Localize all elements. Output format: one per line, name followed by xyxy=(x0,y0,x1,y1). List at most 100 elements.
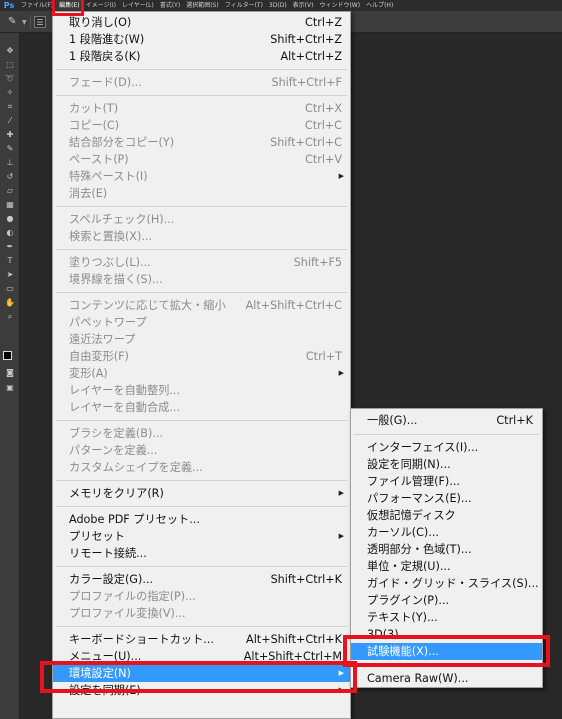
edit-menu-item[interactable]: 塗りつぶし(L)... Shift+F5 xyxy=(53,254,350,271)
menubar-item-10[interactable]: ヘルプ(H) xyxy=(363,0,396,11)
edit-menu-item[interactable]: 変形(A) ▶ xyxy=(53,365,350,382)
menu-separator xyxy=(56,206,347,207)
screen-mode-icon[interactable]: ▣ xyxy=(5,383,15,393)
eyedropper-tool-icon[interactable]: ⁄ xyxy=(5,116,15,126)
edit-menu-item[interactable]: 遠近法ワープ xyxy=(53,331,350,348)
edit-menu-item[interactable]: ペースト(P) Ctrl+V xyxy=(53,151,350,168)
pen-tool-icon[interactable]: ✒ xyxy=(5,242,15,252)
edit-menu-item[interactable]: 環境設定(N) ▶ xyxy=(53,665,350,682)
menubar-item-8[interactable]: 表示(V) xyxy=(290,0,317,11)
menu-bar: Ps ファイル(F) 編集(E) イメージ(I) レイヤー(L) 書式(Y) 選択範囲(S… xyxy=(0,0,562,11)
zoom-tool-icon[interactable]: ⌕ xyxy=(5,312,15,322)
edit-menu-item[interactable]: 検索と置換(X)... xyxy=(53,228,350,245)
chevron-down-icon[interactable]: ▼ xyxy=(22,19,27,26)
menu-item-label: 仮想記憶ディスク xyxy=(367,509,456,522)
blur-tool-icon[interactable]: ● xyxy=(5,214,15,224)
preferences-submenu-item[interactable]: インターフェイス(I)... xyxy=(351,439,542,456)
edit-menu-item[interactable]: 消去(E) xyxy=(53,185,350,202)
menubar-item-0[interactable]: ファイル(F) xyxy=(18,0,56,11)
preferences-submenu-item[interactable]: 設定を同期(N)... xyxy=(351,456,542,473)
divider xyxy=(30,15,31,29)
preferences-submenu-item[interactable]: 試験機能(X)... xyxy=(351,643,542,660)
edit-menu-item[interactable]: 1 段階戻る(K) Alt+Ctrl+Z xyxy=(53,48,350,65)
preferences-submenu-item[interactable]: プラグイン(P)... xyxy=(351,592,542,609)
edit-menu-item[interactable]: Adobe PDF プリセット... xyxy=(53,511,350,528)
edit-menu-item[interactable]: カラー設定(G)... Shift+Ctrl+K xyxy=(53,571,350,588)
hand-tool-icon[interactable]: ✋ xyxy=(5,298,15,308)
edit-menu-item[interactable]: コンテンツに応じて拡大・縮小 Alt+Shift+Ctrl+C xyxy=(53,297,350,314)
edit-menu-item[interactable]: レイヤーを自動整列... xyxy=(53,382,350,399)
edit-menu-item[interactable]: カット(T) Ctrl+X xyxy=(53,100,350,117)
menubar-item-2[interactable]: イメージ(I) xyxy=(83,0,119,11)
type-tool-icon[interactable]: T xyxy=(5,256,15,266)
menu-item-label: 環境設定(N) xyxy=(69,667,131,680)
edit-menu-item[interactable]: キーボードショートカット... Alt+Shift+Ctrl+K xyxy=(53,631,350,648)
menubar-item-6[interactable]: フィルター(T) xyxy=(222,0,266,11)
menubar-item-7[interactable]: 3D(D) xyxy=(266,0,290,11)
edit-menu-item[interactable]: フェード(D)... Shift+Ctrl+F xyxy=(53,74,350,91)
lasso-tool-icon[interactable]: ➰ xyxy=(5,74,15,84)
eraser-tool-icon[interactable]: ▱ xyxy=(5,186,15,196)
edit-menu-item[interactable]: パペットワープ xyxy=(53,314,350,331)
quick-select-tool-icon[interactable]: ✧ xyxy=(5,88,15,98)
preferences-submenu-item[interactable]: 単位・定規(U)... xyxy=(351,558,542,575)
preferences-submenu-item[interactable]: 一般(G)... Ctrl+K xyxy=(351,412,542,429)
edit-menu-item[interactable]: コピー(C) Ctrl+C xyxy=(53,117,350,134)
brush-icon[interactable]: ✎ xyxy=(5,144,15,154)
preferences-submenu-item[interactable]: ガイド・グリッド・スライス(S)... xyxy=(351,575,542,592)
edit-menu-item[interactable]: プロファイルの指定(P)... xyxy=(53,588,350,605)
edit-menu-item[interactable]: 自由変形(F) Ctrl+T xyxy=(53,348,350,365)
crop-tool-icon[interactable]: ⌗ xyxy=(5,102,15,112)
edit-menu-item[interactable]: 設定を同期(E) ▶ xyxy=(53,682,350,699)
preferences-submenu-item[interactable]: 仮想記憶ディスク xyxy=(351,507,542,524)
move-tool-icon[interactable]: ✥ xyxy=(5,46,15,56)
edit-menu-item[interactable]: プロファイル変換(V)... xyxy=(53,605,350,622)
menu-item-label: 特殊ペースト(I) xyxy=(69,170,148,183)
preferences-submenu-item[interactable]: パフォーマンス(E)... xyxy=(351,490,542,507)
menubar-item-3[interactable]: レイヤー(L) xyxy=(119,0,157,11)
menu-item-label: キーボードショートカット... xyxy=(69,633,214,646)
preferences-submenu-item[interactable]: カーソル(C)... xyxy=(351,524,542,541)
preferences-submenu-item[interactable]: ファイル管理(F)... xyxy=(351,473,542,490)
dodge-tool-icon[interactable]: ◐ xyxy=(5,228,15,238)
submenu-arrow-icon: ▶ xyxy=(338,369,344,377)
menu-item-label: 設定を同期(E) xyxy=(69,684,141,697)
shape-tool-icon[interactable]: ▭ xyxy=(5,284,15,294)
history-brush-icon[interactable]: ↺ xyxy=(5,172,15,182)
foreground-color-swatch[interactable] xyxy=(3,351,12,360)
quick-mask-icon[interactable]: ◙ xyxy=(5,368,15,378)
edit-menu-item[interactable]: 特殊ペースト(I) ▶ xyxy=(53,168,350,185)
brush-tool-icon[interactable]: ✎ xyxy=(8,16,16,27)
edit-menu-item[interactable]: スペルチェック(H)... xyxy=(53,211,350,228)
marquee-tool-icon[interactable]: ⬚ xyxy=(5,60,15,70)
edit-menu-item[interactable]: 結合部分をコピー(Y) Shift+Ctrl+C xyxy=(53,134,350,151)
edit-menu-item[interactable]: リモート接続... xyxy=(53,545,350,562)
edit-menu-item[interactable]: プリセット ▶ xyxy=(53,528,350,545)
edit-menu-item[interactable]: メモリをクリア(R) ▶ xyxy=(53,485,350,502)
edit-menu-item[interactable]: 1 段階進む(W) Shift+Ctrl+Z xyxy=(53,31,350,48)
menubar-item-4[interactable]: 書式(Y) xyxy=(157,0,183,11)
edit-menu-item[interactable]: ブラシを定義(B)... xyxy=(53,425,350,442)
menubar-item-1[interactable]: 編集(E) xyxy=(56,0,83,11)
edit-menu-item[interactable]: 境界線を描く(S)... xyxy=(53,271,350,288)
preferences-submenu-item[interactable]: Camera Raw(W)... xyxy=(351,670,542,687)
healing-tool-icon[interactable]: ✚ xyxy=(5,130,15,140)
edit-menu-item[interactable]: カスタムシェイプを定義... xyxy=(53,459,350,476)
menu-item-label: カーソル(C)... xyxy=(367,526,439,539)
edit-menu-item[interactable]: パターンを定義... xyxy=(53,442,350,459)
edit-menu-item[interactable]: 取り消し(O) Ctrl+Z xyxy=(53,14,350,31)
menubar-item-5[interactable]: 選択範囲(S) xyxy=(183,0,222,11)
path-select-icon[interactable]: ➤ xyxy=(5,270,15,280)
edit-menu-item[interactable]: メニュー(U)... Alt+Shift+Ctrl+M xyxy=(53,648,350,665)
preferences-submenu-item[interactable]: 透明部分・色域(T)... xyxy=(351,541,542,558)
menu-item-label: テキスト(Y)... xyxy=(367,611,438,624)
preferences-submenu-item[interactable]: 3D(3)... xyxy=(351,626,542,643)
stamp-tool-icon[interactable]: ⊥ xyxy=(5,158,15,168)
preferences-submenu-item[interactable]: テキスト(Y)... xyxy=(351,609,542,626)
submenu-arrow-icon: ▶ xyxy=(338,532,344,540)
menu-separator xyxy=(56,420,347,421)
gradient-tool-icon[interactable]: ▦ xyxy=(5,200,15,210)
menubar-item-9[interactable]: ウィンドウ(W) xyxy=(316,0,363,11)
brush-preset-icon[interactable]: ☰ xyxy=(34,16,46,28)
edit-menu-item[interactable]: レイヤーを自動合成... xyxy=(53,399,350,416)
